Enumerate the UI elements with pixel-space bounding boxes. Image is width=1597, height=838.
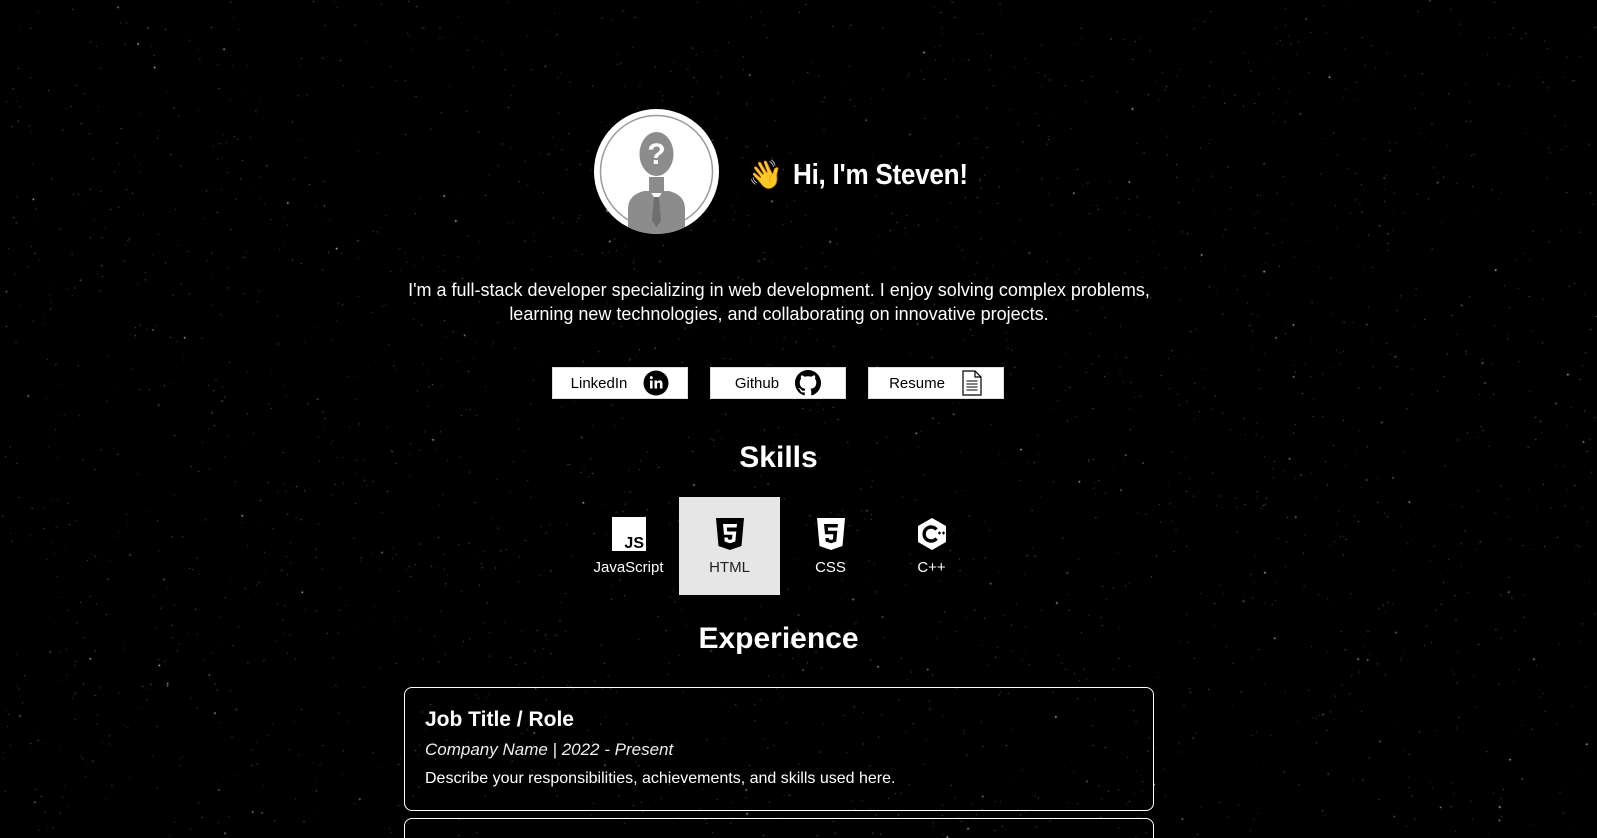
- linkedin-label: LinkedIn: [570, 374, 628, 392]
- experience-card: Job Title / Role Company Name | 2022 - P…: [404, 687, 1154, 811]
- skill-cpp[interactable]: C++: [881, 497, 982, 595]
- linkedin-icon: [643, 370, 669, 396]
- job-description: Describe your responsibilities, achievem…: [425, 770, 896, 787]
- resume-label: Resume: [889, 374, 945, 392]
- github-label: Github: [734, 374, 780, 392]
- skill-label: JavaScript: [593, 558, 664, 576]
- resume-button[interactable]: Resume: [868, 367, 1004, 399]
- avatar: ?: [594, 109, 719, 234]
- html5-icon: [715, 517, 744, 550]
- job-company-dates: Company Name | 2022 - Present: [425, 740, 674, 759]
- svg-text:?: ?: [647, 138, 665, 171]
- skill-css[interactable]: CSS: [780, 497, 881, 595]
- greeting: 👋 Hi, I'm Steven!: [748, 153, 987, 197]
- cplusplus-icon: [917, 517, 946, 550]
- skill-html[interactable]: HTML: [679, 497, 780, 595]
- job-title: Job Title / Role: [425, 708, 574, 731]
- github-button[interactable]: Github: [710, 367, 846, 399]
- css3-icon: [816, 517, 845, 550]
- skill-label: CSS: [815, 558, 846, 576]
- social-links: LinkedIn Github Resume: [552, 367, 1004, 399]
- skills-list: JS JavaScript HTML CSS C++: [578, 497, 982, 595]
- profile-placeholder-icon: ?: [596, 111, 717, 234]
- document-icon: [962, 370, 982, 396]
- skill-label: HTML: [709, 558, 750, 576]
- portfolio-page: ? 👋 Hi, I'm Steven! I'm a full-stack dev…: [0, 0, 1597, 838]
- github-icon: [795, 370, 822, 396]
- skills-heading: Skills: [739, 441, 818, 474]
- linkedin-button[interactable]: LinkedIn: [552, 367, 688, 399]
- greeting-heading: Hi, I'm Steven!: [792, 158, 968, 191]
- experience-card: [404, 818, 1154, 838]
- svg-text:JS: JS: [624, 535, 644, 551]
- skill-javascript[interactable]: JS JavaScript: [578, 497, 679, 595]
- experience-heading: Experience: [698, 622, 859, 655]
- intro-text: I'm a full-stack developer specializing …: [408, 280, 1150, 324]
- waving-hand-icon: 👋: [748, 159, 783, 190]
- skill-label: C++: [917, 558, 946, 576]
- javascript-icon: JS: [611, 516, 646, 551]
